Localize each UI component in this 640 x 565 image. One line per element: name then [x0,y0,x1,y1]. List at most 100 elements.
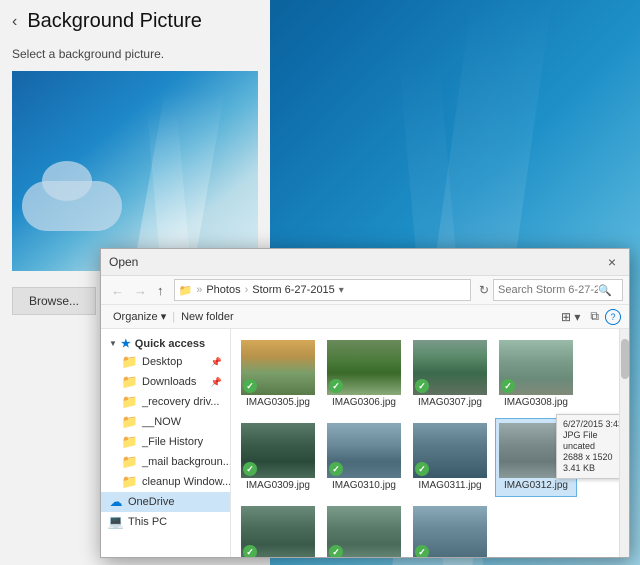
file-item[interactable]: ✓ IMAG0314.jpg [323,501,405,557]
check-mark: ✓ [243,462,257,476]
address-bar[interactable]: 📁 » Photos › Storm 6-27-2015 ▾ [174,279,471,301]
file-thumbnail: ✓ [327,506,401,557]
dialog-title: Open [109,255,138,269]
sidebar-item-now[interactable]: 📁 __NOW [101,412,230,432]
scrollbar[interactable] [619,329,629,557]
tooltip-type: JPG File [563,430,619,440]
background-preview [12,71,258,271]
pin-icon: 📌 [211,357,222,368]
file-item-selected[interactable]: IMAG0312.jpg 6/27/2015 3:43 PM JPG File … [495,418,577,497]
check-mark: ✓ [415,379,429,393]
dialog-titlebar: Open × [101,249,629,276]
sidebar-item-recovery[interactable]: 📁 _recovery driv... [101,392,230,412]
forward-nav-button[interactable]: → [130,281,151,300]
desktop-label: Desktop [142,356,182,368]
check-mark: ✓ [415,545,429,557]
tooltip-dimensions: 2688 x 1520 [563,452,619,462]
search-icon: 🔍 [598,284,612,297]
file-thumbnail: ✓ [241,340,315,395]
computer-icon: 💻 [109,515,123,529]
now-folder-icon: 📁 [123,415,137,429]
panel-header: ‹ Background Picture [0,0,270,43]
file-name: IMAG0305.jpg [246,397,310,409]
check-mark: ✓ [243,545,257,557]
file-name: IMAG0307.jpg [418,397,482,409]
sidebar-item-this-pc[interactable]: 💻 This PC [101,512,230,532]
dialog-close-button[interactable]: × [603,253,621,271]
search-input[interactable] [498,284,598,296]
file-thumbnail: ✓ [241,423,315,478]
check-mark: ✓ [329,545,343,557]
back-button[interactable]: ‹ [12,13,17,31]
file-thumbnail: ✓ [241,506,315,557]
file-name: IMAG0309.jpg [246,480,310,492]
file-item[interactable]: ✓ IMAG0305.jpg [237,335,319,414]
breadcrumb-icon: 📁 [179,284,193,297]
file-item[interactable]: ✓ IMAG0308.jpg [495,335,577,414]
now-label: __NOW [142,416,181,428]
preview-pane-button[interactable]: ⧉ [586,307,603,326]
sidebar-item-onedrive[interactable]: ☁ OneDrive [101,492,230,512]
expand-icon: ▼ [109,339,117,348]
quick-access-label: Quick access [135,338,205,350]
onedrive-icon: ☁ [109,495,123,509]
tooltip-size: 3.41 KB [563,463,619,473]
check-mark: ✓ [329,462,343,476]
downloads-folder-icon: 📁 [123,375,137,389]
open-dialog: Open × ← → ↑ 📁 » Photos › Storm 6-27-201… [100,248,630,558]
file-name: IMAG0312.jpg [504,480,568,492]
dialog-actions: Organize ▾ | New folder ⊞ ▾ ⧉ ? [101,305,629,329]
check-mark: ✓ [415,462,429,476]
refresh-button[interactable]: ↻ [477,281,491,299]
up-nav-button[interactable]: ↑ [153,281,168,300]
separator: | [172,311,175,323]
file-item[interactable]: ✓ IMAG0309.jpg [237,418,319,497]
preview-image [12,71,258,271]
view-toggle-button[interactable]: ⊞ ▾ [557,308,584,326]
file-thumbnail: ✓ [413,340,487,395]
panel-subtitle: Select a background picture. [0,43,270,71]
cleanup-label: cleanup Window... [142,476,230,488]
file-tooltip: 6/27/2015 3:43 PM JPG File uncated 2688 … [556,414,619,479]
background-folder-icon: 📁 [123,455,137,469]
help-button[interactable]: ? [605,309,621,325]
new-folder-button[interactable]: New folder [177,309,238,325]
file-item[interactable]: ✓ IMAG0306.jpg [323,335,405,414]
check-mark: ✓ [243,379,257,393]
sidebar-item-history[interactable]: 📁 _File History [101,432,230,452]
sidebar-item-cleanup[interactable]: 📁 cleanup Window... [101,472,230,492]
file-name: IMAG0306.jpg [332,397,396,409]
cleanup-folder-icon: 📁 [123,475,137,489]
recovery-label: _recovery driv... [142,396,219,408]
file-item[interactable]: ✓ IMAG0311.jpg [409,418,491,497]
sidebar-item-downloads[interactable]: 📁 Downloads 📌 [101,372,230,392]
file-item[interactable]: ✓ IMAG0307.jpg [409,335,491,414]
history-label: _File History [142,436,203,448]
search-bar: 🔍 [493,279,623,301]
background-label: _mail backgroun... [142,456,230,468]
file-thumbnail: ✓ [327,340,401,395]
history-folder-icon: 📁 [123,435,137,449]
view-controls: ⊞ ▾ ⧉ ? [557,307,621,326]
file-item[interactable]: ✓ IMAG0310.jpg [323,418,405,497]
back-nav-button[interactable]: ← [107,281,128,300]
desktop-folder-icon: 📁 [123,355,137,369]
file-grid: ✓ IMAG0305.jpg ✓ IMAG0306.jpg ✓ IMAG0307… [231,329,619,557]
sidebar-item-background[interactable]: 📁 _mail backgroun... [101,452,230,472]
file-item[interactable]: ✓ IMAG0313.jpg [237,501,319,557]
file-thumbnail: ✓ [413,423,487,478]
organize-button[interactable]: Organize ▾ [109,308,170,325]
dialog-body: ▼ ★ Quick access 📁 Desktop 📌 📁 Downloads… [101,329,629,557]
tooltip-date: 6/27/2015 3:43 PM [563,419,619,429]
breadcrumb: 📁 » Photos › Storm 6-27-2015 ▾ [179,284,344,297]
file-item[interactable]: ✓ IMAG0315.jpg [409,501,491,557]
breadcrumb-storm[interactable]: Storm 6-27-2015 [252,284,335,296]
sidebar-item-quick-access[interactable]: ▼ ★ Quick access [101,333,230,352]
browse-button[interactable]: Browse... [12,287,96,315]
this-pc-label: This PC [128,516,167,528]
file-name: IMAG0310.jpg [332,480,396,492]
file-name: IMAG0308.jpg [504,397,568,409]
breadcrumb-photos[interactable]: Photos [206,284,240,296]
sidebar-item-desktop[interactable]: 📁 Desktop 📌 [101,352,230,372]
scroll-thumb[interactable] [621,339,629,379]
